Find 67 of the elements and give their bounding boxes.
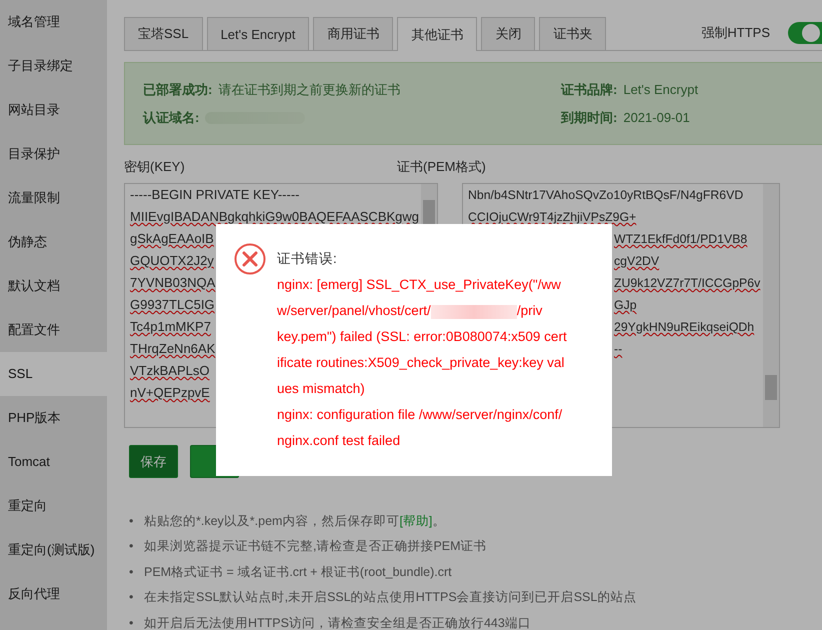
sidebar-item[interactable]: PHP版本 <box>0 396 107 440</box>
note-text: PEM格式证书 = 域名证书.crt + 根证书(root_bundle).crt <box>144 564 452 580</box>
text-line: ZU9k12VZ7r7T/ICCGpP6v <box>614 276 760 290</box>
error-text: ues mismatch) <box>277 380 365 398</box>
field-value: Let's Encrypt <box>623 82 698 97</box>
tab[interactable]: 其他证书 <box>397 17 478 51</box>
error-text: w/server/panel/vhost/cert/ <box>277 302 431 320</box>
sidebar-item[interactable]: 流量限制 <box>0 176 107 220</box>
text-line: 7YVNB03NQA <box>130 275 216 290</box>
bullet: • <box>129 589 134 606</box>
text-line: -- <box>614 342 622 356</box>
sidebar-item[interactable]: 网站目录 <box>0 88 107 132</box>
sidebar-item[interactable]: 反向代理 <box>0 572 107 616</box>
text-line: nV+QEPzpvE <box>130 385 210 400</box>
error-icon <box>234 243 266 275</box>
tab[interactable]: Let's Encrypt <box>206 17 310 50</box>
note-text: 如开启后无法使用HTTPS访问，请检查安全组是否正确放行443端口 <box>144 614 531 630</box>
note-text: 在未指定SSL默认站点时,未开启SSL的站点使用HTTPS会直接访问到已开启SSL的站点 <box>144 589 636 606</box>
bullet: • <box>129 614 134 630</box>
sidebar-item[interactable]: 伪静态 <box>0 220 107 264</box>
text-line: THrqZeNn6AK <box>130 341 216 356</box>
dialog-title: 证书错误: <box>277 250 338 268</box>
sidebar-item[interactable]: 域名管理 <box>0 0 107 44</box>
field-label: 到期时间: <box>561 108 618 126</box>
note-text: 如果浏览器提示证书链不完整,请检查是否正确拼接PEM证书 <box>144 538 487 554</box>
field-label: 已部署成功: <box>143 80 212 98</box>
sidebar-item[interactable]: 默认文档 <box>0 264 107 308</box>
text-line: CCIOjuCWr9T4jzZhjiVPsZ9G+ <box>468 210 636 224</box>
text-line: 29YgkHN9uREikqseiQDh <box>614 320 754 334</box>
text-line: Tc4p1mMKP7 <box>130 319 211 334</box>
text-line: GQUOTX2J2y <box>130 253 214 268</box>
note-text: 粘贴您的*.key以及*.pem内容，然后保存即可[帮助]。 <box>144 512 446 529</box>
switch-label: 强制HTTPS <box>701 24 770 42</box>
tab[interactable]: 证书夹 <box>539 17 606 50</box>
text-line: Nbn/b4SNtr17VAhoSQvZo10yRtBQsF/N4gFR6VD <box>468 188 744 202</box>
sidebar-item[interactable]: 目录保护 <box>0 132 107 176</box>
tab[interactable]: 关闭 <box>481 17 536 50</box>
bullet: • <box>129 564 134 580</box>
toggle-switch[interactable] <box>788 22 822 44</box>
bullet: • <box>129 538 134 554</box>
error-text: nginx.conf test failed <box>277 432 400 450</box>
sidebar-item[interactable]: 配置文件 <box>0 308 107 352</box>
bullet: • <box>129 512 134 529</box>
text-line: gSkAgEAAoIB <box>130 231 214 246</box>
sidebar-item[interactable]: 子目录绑定 <box>0 44 107 88</box>
text-line: GJp <box>614 298 637 312</box>
sidebar-item[interactable]: 重定向 <box>0 484 107 528</box>
tab[interactable]: 宝塔SSL <box>124 17 203 50</box>
text-line: cgV2DV <box>614 254 660 268</box>
text-line: G9937TLC5IG <box>130 297 215 312</box>
status-text: 请在证书到期之前更换新的证书 <box>218 80 400 98</box>
text-line: MIIEvgIBADANBgkqhkiG9w0BAQEFAASCBKgwg <box>130 209 420 224</box>
scrollbar[interactable] <box>763 184 779 427</box>
text-line: WTZ1EkfFd0f1/PD1VB8 <box>614 232 748 246</box>
sidebar-item[interactable]: Tomcat <box>0 440 107 484</box>
tab[interactable]: 商用证书 <box>313 17 394 50</box>
error-text: /priv <box>516 302 542 320</box>
field-label: 密钥(KEY) <box>124 158 186 176</box>
sidebar-item[interactable]: SSL <box>0 352 107 396</box>
text-line: VTzkBAPLsO <box>130 363 210 378</box>
field-label: 证书品牌: <box>561 80 618 98</box>
save-button[interactable]: 保存 <box>129 445 178 478</box>
field-label: 证书(PEM格式) <box>397 158 486 176</box>
field-value: 2021-09-01 <box>623 110 690 125</box>
sidebar-item[interactable]: 重定向(测试版) <box>0 528 107 572</box>
text-line: -----BEGIN PRIVATE KEY----- <box>130 187 300 202</box>
field-label: 认证域名: <box>143 108 200 126</box>
